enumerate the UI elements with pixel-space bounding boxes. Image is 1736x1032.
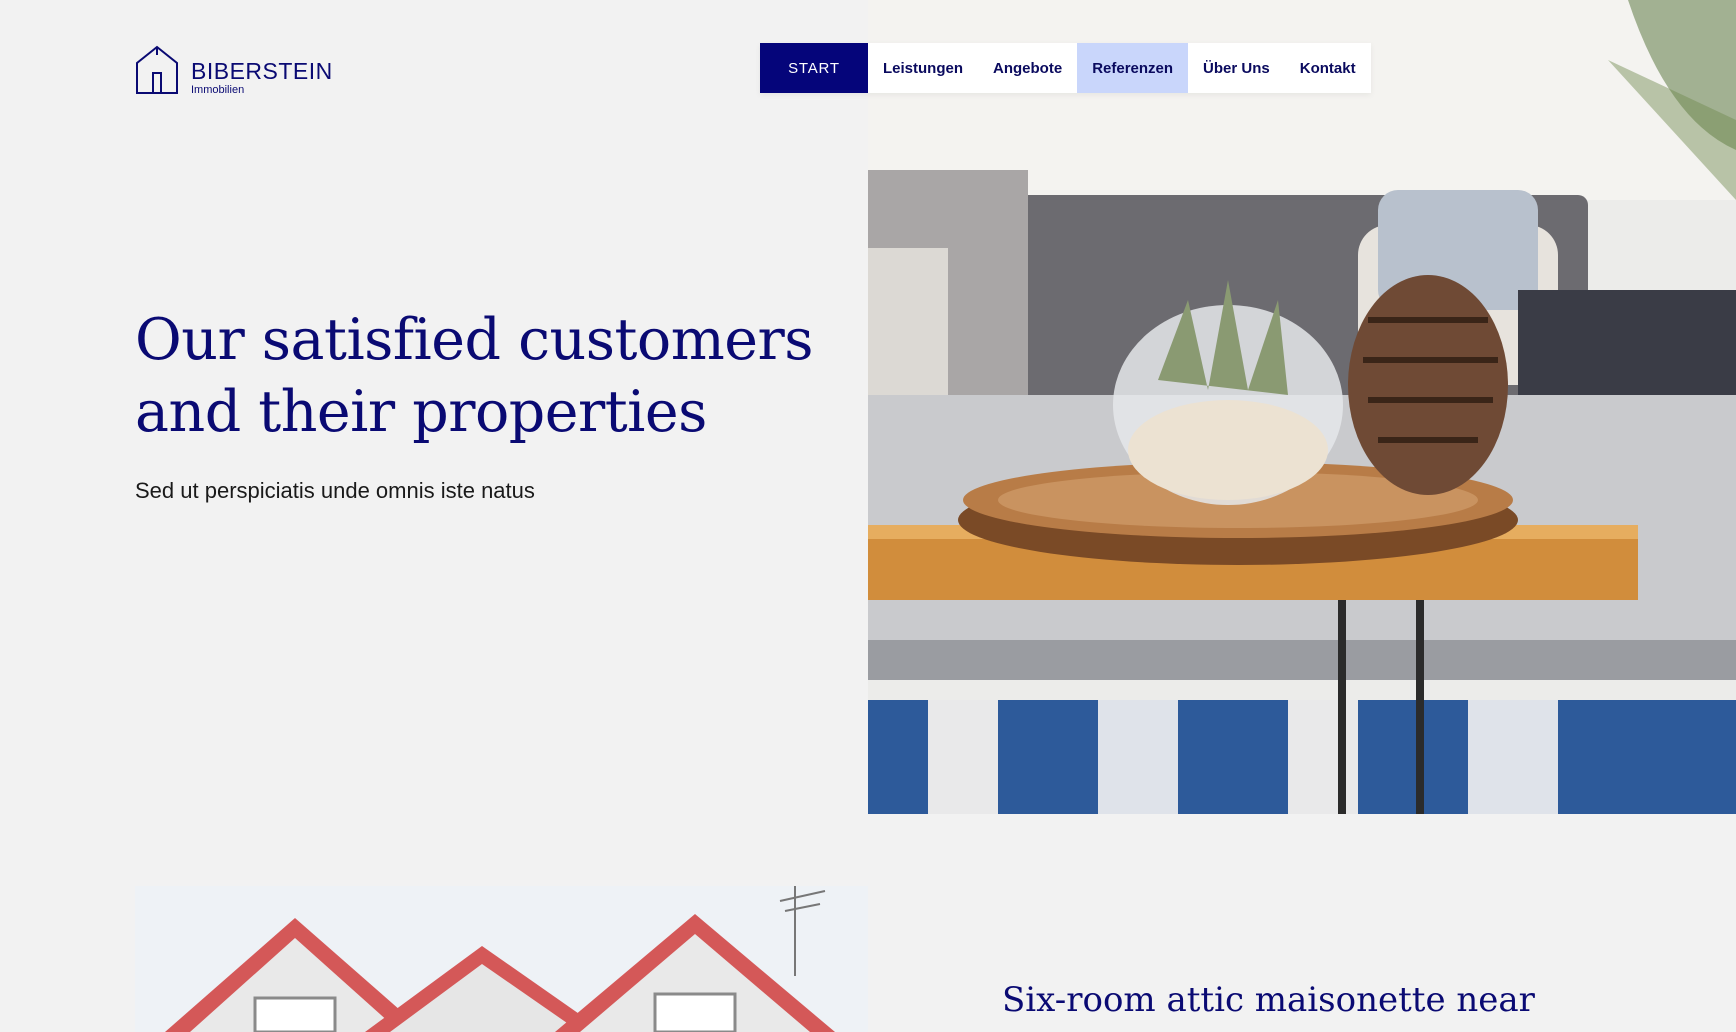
house-logo-icon (136, 45, 178, 94)
main-navigation: START Leistungen Angebote Referenzen Übe… (760, 43, 1371, 93)
hero-image-living-room (868, 0, 1736, 814)
nav-item-leistungen[interactable]: Leistungen (868, 43, 978, 93)
nav-item-start[interactable]: START (760, 43, 868, 93)
nav-item-referenzen[interactable]: Referenzen (1077, 43, 1189, 93)
property-title[interactable]: Six-room attic maisonette near (1002, 980, 1535, 1020)
hero-title: Our satisfied customers and their proper… (135, 307, 813, 445)
nav-item-angebote[interactable]: Angebote (978, 43, 1077, 93)
nav-item-ueber-uns[interactable]: Über Uns (1188, 43, 1285, 93)
nav-item-kontakt[interactable]: Kontakt (1285, 43, 1371, 93)
property-image-house[interactable] (135, 886, 868, 1032)
brand-logo[interactable]: BIBERSTEIN Immobilien (135, 43, 333, 96)
brand-text: BIBERSTEIN Immobilien (191, 60, 333, 96)
brand-subtitle: Immobilien (191, 84, 245, 96)
hero-subtitle: Sed ut perspiciatis unde omnis iste natu… (135, 478, 535, 503)
brand-name: BIBERSTEIN (191, 58, 333, 84)
